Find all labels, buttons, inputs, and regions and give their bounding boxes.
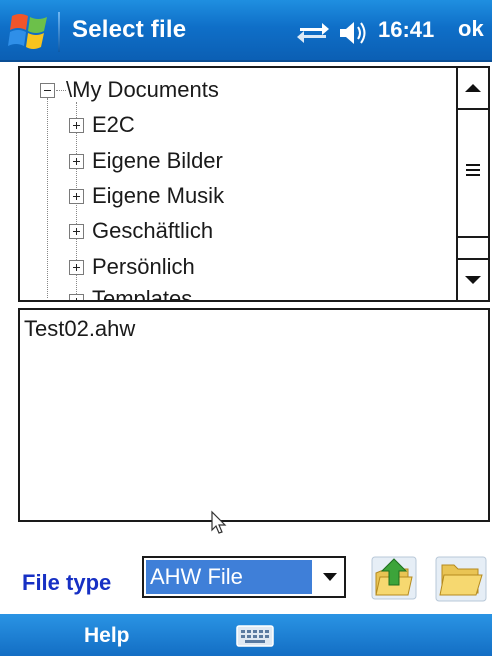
tree-item-folder[interactable]: E2C xyxy=(92,108,135,142)
file-type-dropdown[interactable]: AHW File xyxy=(142,556,346,598)
expand-toggle[interactable] xyxy=(69,189,84,204)
menu-bar: Help xyxy=(0,614,492,656)
tree-connector xyxy=(47,98,48,298)
expand-toggle[interactable] xyxy=(69,294,84,300)
tree-item-folder[interactable]: Templates xyxy=(92,282,192,300)
file-list[interactable]: Test02.ahw xyxy=(18,308,490,522)
mouse-cursor-icon xyxy=(210,510,228,536)
expand-toggle[interactable] xyxy=(69,260,84,275)
tree-connector xyxy=(56,90,66,91)
title-bar: Select file 16:41 ok xyxy=(0,0,492,62)
open-folder-icon[interactable] xyxy=(434,553,488,603)
scroll-thumb[interactable] xyxy=(458,110,488,238)
scroll-up-arrow-icon[interactable] xyxy=(458,68,488,110)
window-title: Select file xyxy=(72,16,187,43)
ok-button[interactable]: ok xyxy=(458,16,484,42)
tree-item-folder[interactable]: Persönlich xyxy=(92,250,195,284)
expand-toggle[interactable] xyxy=(69,224,84,239)
expand-toggle[interactable] xyxy=(69,154,84,169)
scroll-down-arrow-icon[interactable] xyxy=(458,258,488,300)
tree-content: \My Documents E2C Eigene Bilder Eigene M… xyxy=(20,68,458,300)
keyboard-icon[interactable] xyxy=(236,624,274,648)
tree-scrollbar[interactable] xyxy=(456,68,488,300)
tree-item-folder[interactable]: Geschäftlich xyxy=(92,214,213,248)
tree-item-folder[interactable]: Eigene Musik xyxy=(92,179,224,213)
windows-start-icon[interactable] xyxy=(6,10,52,54)
chevron-down-icon[interactable] xyxy=(320,570,340,584)
up-folder-icon[interactable] xyxy=(368,551,420,603)
tree-item-my-documents[interactable]: \My Documents xyxy=(66,73,219,107)
title-separator xyxy=(58,12,60,52)
folder-tree[interactable]: \My Documents E2C Eigene Bilder Eigene M… xyxy=(18,66,490,302)
collapse-toggle[interactable] xyxy=(40,83,55,98)
connectivity-icon[interactable] xyxy=(296,20,330,46)
file-item[interactable]: Test02.ahw xyxy=(24,316,135,342)
tree-item-folder[interactable]: Eigene Bilder xyxy=(92,144,223,178)
file-type-label: File type xyxy=(22,570,112,595)
file-type-value: AHW File xyxy=(146,560,312,594)
expand-toggle[interactable] xyxy=(69,118,84,133)
volume-icon[interactable] xyxy=(338,19,368,47)
clock[interactable]: 16:41 xyxy=(378,17,434,43)
help-button[interactable]: Help xyxy=(84,624,130,648)
